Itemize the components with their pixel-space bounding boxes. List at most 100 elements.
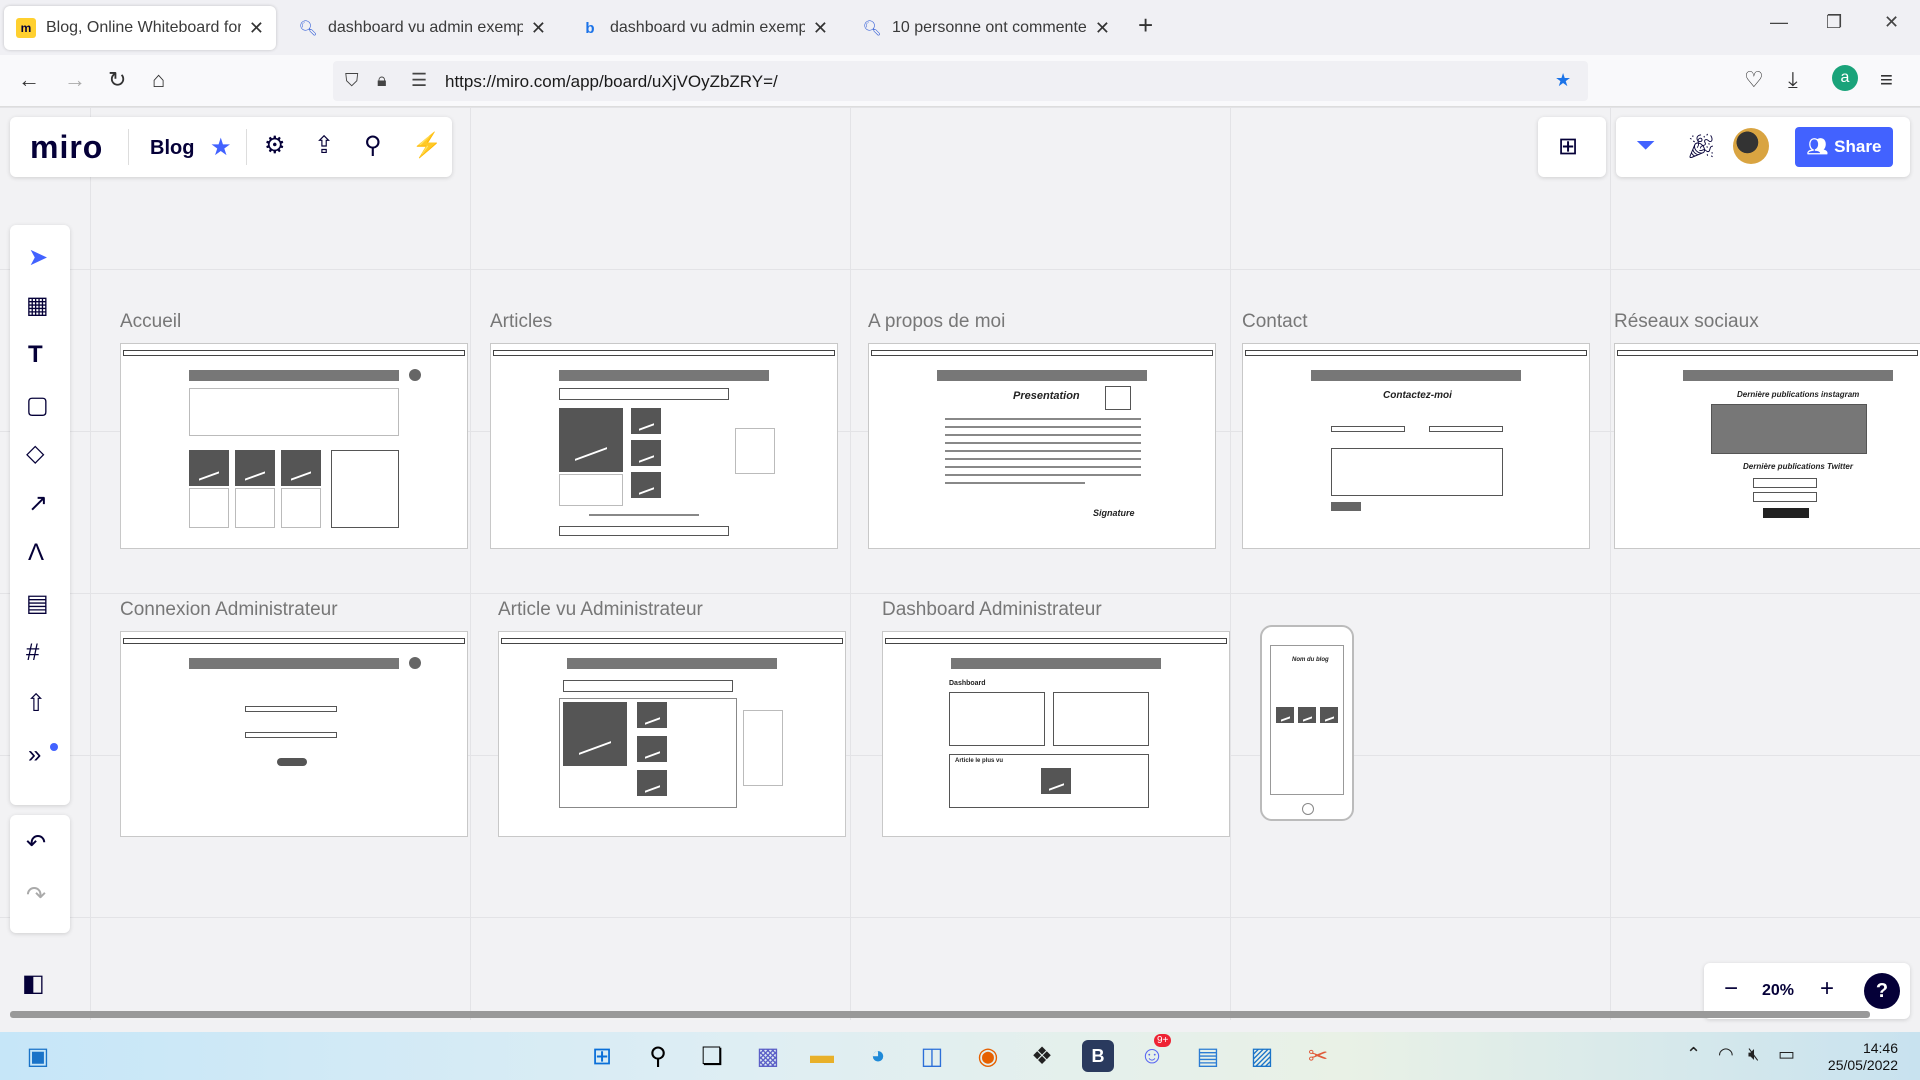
wifi-icon[interactable]: ◠ xyxy=(1718,1044,1734,1065)
tab-search-1[interactable]: 🔍︎ dashboard vu admin exemple - ✕ xyxy=(286,6,558,50)
close-window-icon[interactable]: ✕ xyxy=(1884,12,1899,33)
dropbox-icon[interactable]: ❖ xyxy=(1026,1040,1058,1072)
tab-title: dashboard vu admin exemple - xyxy=(328,19,523,36)
horizontal-scrollbar[interactable] xyxy=(10,1011,1870,1018)
address-bar[interactable]: ⛉ 🔒︎ ☰ https://miro.com/app/board/uXjVOy… xyxy=(333,61,1588,101)
wireframe-nav xyxy=(567,658,777,669)
whiteboard-canvas[interactable]: miro Blog ★ ⚙ ⇪ ⚲ ⚡ ⊞ ⏷ 🎉︎ 👥︎ Share ➤ ▦ … xyxy=(0,107,1920,1020)
back-icon[interactable]: ← xyxy=(18,67,40,93)
lock-icon[interactable]: 🔒︎ xyxy=(377,70,387,91)
forward-icon[interactable]: → xyxy=(64,67,86,93)
notepad-icon[interactable]: ▤ xyxy=(1192,1040,1224,1072)
menu-icon[interactable]: ≡ xyxy=(1880,67,1893,93)
battery-icon[interactable]: ▭ xyxy=(1778,1044,1795,1065)
search-icon[interactable]: ⚲ xyxy=(642,1040,674,1072)
wireframe-image xyxy=(1041,768,1071,794)
wireframe-image xyxy=(281,450,321,486)
tab-bing[interactable]: b dashboard vu admin exemple - ✕ xyxy=(568,6,840,50)
shield-icon[interactable]: ⛉ xyxy=(345,70,359,91)
download-icon[interactable]: ⤓ xyxy=(1788,67,1798,93)
windows-start-icon[interactable]: ⊞ xyxy=(586,1040,618,1072)
restore-icon[interactable]: ❐ xyxy=(1826,12,1842,33)
photos-icon[interactable]: ▨ xyxy=(1246,1040,1278,1072)
wireframe-image xyxy=(637,770,667,796)
redo-icon[interactable]: ↷ xyxy=(26,881,46,910)
templates-icon[interactable]: ▦ xyxy=(26,291,49,320)
arrow-icon[interactable]: ↗ xyxy=(28,489,48,518)
bookmark-star-icon[interactable]: ★ xyxy=(1555,70,1571,91)
edge-icon[interactable]: ◕ xyxy=(862,1040,894,1072)
pocket-icon[interactable]: ♡ xyxy=(1744,67,1764,93)
filter-icon[interactable]: ⏷ xyxy=(1636,132,1655,160)
task-view-icon[interactable]: ❏ xyxy=(696,1040,728,1072)
frame-label-accueil[interactable]: Accueil xyxy=(120,311,181,333)
sticky-note-icon[interactable]: ▢ xyxy=(26,391,49,420)
pen-icon[interactable]: Ʌ xyxy=(28,539,44,567)
miro-logo[interactable]: miro xyxy=(30,129,103,166)
upload-icon[interactable]: ⇧ xyxy=(26,689,46,718)
frame-reseaux[interactable]: Dernière publications instagram Dernière… xyxy=(1614,343,1920,549)
star-icon[interactable]: ★ xyxy=(210,133,232,162)
select-icon[interactable]: ➤ xyxy=(28,243,48,272)
plugin-icon[interactable]: ⚡ xyxy=(412,131,442,160)
firefox-icon[interactable]: ◉ xyxy=(972,1040,1004,1072)
tab-miro-board[interactable]: m Blog, Online Whiteboard for Vi ✕ xyxy=(4,6,276,50)
comment-icon[interactable]: ▤ xyxy=(26,589,49,618)
shapes-icon[interactable]: ◇ xyxy=(26,439,44,468)
store-icon[interactable]: ◫ xyxy=(916,1040,948,1072)
mobile-wireframe[interactable]: Nom du blog xyxy=(1260,625,1354,821)
search-icon[interactable]: ⚲ xyxy=(364,131,382,160)
reactions-icon[interactable]: 🎉︎ xyxy=(1686,132,1716,161)
share-button[interactable]: 👥︎ Share xyxy=(1795,127,1893,167)
wireframe-photo xyxy=(1105,386,1131,410)
frame-label-a-propos[interactable]: A propos de moi xyxy=(868,311,1005,333)
apps-panel: ⊞ xyxy=(1538,117,1606,177)
avatar[interactable] xyxy=(1733,128,1769,164)
home-icon[interactable]: ⌂ xyxy=(152,67,165,93)
frame-label-article-admin[interactable]: Article vu Administrateur xyxy=(498,599,703,621)
undo-icon[interactable]: ↶ xyxy=(26,829,46,858)
snipping-tool-icon[interactable]: ✂ xyxy=(1302,1040,1334,1072)
account-icon[interactable]: a xyxy=(1832,65,1858,91)
frame-article-admin[interactable] xyxy=(498,631,846,837)
help-button[interactable]: ? xyxy=(1864,973,1900,1009)
export-icon[interactable]: ⇪ xyxy=(314,131,334,160)
close-tab-icon[interactable]: ✕ xyxy=(249,18,264,39)
close-tab-icon[interactable]: ✕ xyxy=(531,18,546,39)
chevron-up-icon[interactable]: ⌃ xyxy=(1686,1044,1701,1065)
frame-dashboard[interactable]: Dashboard Article le plus vu xyxy=(882,631,1230,837)
frame-label-articles[interactable]: Articles xyxy=(490,311,552,333)
minimize-icon[interactable]: — xyxy=(1770,12,1788,33)
new-tab-button[interactable]: + xyxy=(1138,10,1153,41)
zoom-level[interactable]: 20% xyxy=(1762,982,1794,1000)
board-name[interactable]: Blog xyxy=(150,137,194,160)
apps-icon[interactable]: ⊞ xyxy=(1558,132,1578,161)
frame-label-contact[interactable]: Contact xyxy=(1242,311,1307,333)
settings-icon[interactable]: ⚙ xyxy=(264,131,286,160)
frame-icon[interactable]: # xyxy=(26,639,39,667)
close-tab-icon[interactable]: ✕ xyxy=(813,18,828,39)
zoom-in-icon[interactable]: + xyxy=(1820,975,1834,1003)
frame-accueil[interactable] xyxy=(120,343,468,549)
b-app-icon[interactable]: B xyxy=(1082,1040,1114,1072)
teams-chat-icon[interactable]: ▩ xyxy=(752,1040,784,1072)
permissions-icon[interactable]: ☰ xyxy=(411,70,427,91)
frame-label-dashboard[interactable]: Dashboard Administrateur xyxy=(882,599,1102,621)
clock[interactable]: 14:46 25/05/2022 xyxy=(1828,1040,1898,1074)
volume-icon[interactable]: 🔇︎ xyxy=(1748,1044,1759,1065)
widgets-icon[interactable]: ▣ xyxy=(22,1040,54,1072)
zoom-out-icon[interactable]: − xyxy=(1724,975,1738,1003)
file-explorer-icon[interactable]: ▬ xyxy=(806,1040,838,1072)
tab-search-2[interactable]: 🔍︎ 10 personne ont commenter - R ✕ xyxy=(850,6,1122,50)
reload-icon[interactable]: ↻ xyxy=(108,67,126,93)
frame-label-reseaux[interactable]: Réseaux sociaux xyxy=(1614,311,1759,333)
board-list-icon[interactable]: ◧ xyxy=(22,969,45,998)
more-tools-icon[interactable]: » xyxy=(28,741,41,769)
frame-label-connexion[interactable]: Connexion Administrateur xyxy=(120,599,338,621)
close-tab-icon[interactable]: ✕ xyxy=(1095,18,1110,39)
frame-contact[interactable]: Contactez-moi xyxy=(1242,343,1590,549)
frame-connexion[interactable] xyxy=(120,631,468,837)
frame-articles[interactable] xyxy=(490,343,838,549)
frame-a-propos[interactable]: Presentation Signature xyxy=(868,343,1216,549)
text-icon[interactable]: T xyxy=(28,341,43,369)
